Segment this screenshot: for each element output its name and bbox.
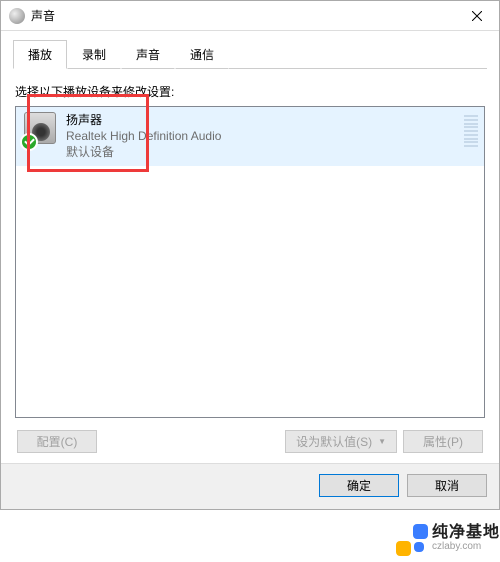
device-list[interactable]: 扬声器 Realtek High Definition Audio 默认设备 (15, 106, 485, 418)
watermark-text: 纯净基地 czlaby.com (432, 525, 500, 552)
level-meter-icon (464, 115, 478, 147)
device-icon-wrap (24, 112, 60, 148)
device-name: 扬声器 (66, 112, 221, 128)
device-text: 扬声器 Realtek High Definition Audio 默认设备 (66, 112, 221, 161)
watermark-en: czlaby.com (432, 542, 500, 553)
device-status: 默认设备 (66, 144, 221, 160)
close-icon (472, 11, 482, 21)
tab-communications[interactable]: 通信 (175, 40, 229, 69)
ok-button[interactable]: 确定 (319, 474, 399, 497)
sound-dialog: 声音 播放 录制 声音 通信 选择以下播放设备来修改设置: (0, 0, 500, 510)
tab-content: 选择以下播放设备来修改设置: 扬声器 Realtek High Definiti… (13, 69, 487, 453)
configure-button[interactable]: 配置(C) (17, 430, 97, 453)
cancel-button[interactable]: 取消 (407, 474, 487, 497)
chevron-down-icon: ▼ (378, 437, 386, 446)
default-check-icon (20, 133, 38, 151)
instruction-text: 选择以下播放设备来修改设置: (15, 83, 485, 100)
tab-sounds[interactable]: 声音 (121, 40, 175, 69)
properties-button[interactable]: 属性(P) (403, 430, 483, 453)
watermark-cn: 纯净基地 (432, 525, 500, 542)
set-default-label: 设为默认值(S) (296, 433, 372, 450)
set-default-button[interactable]: 设为默认值(S) ▼ (285, 430, 397, 453)
window-title: 声音 (31, 7, 55, 24)
titlebar: 声音 (1, 1, 499, 31)
right-button-group: 设为默认值(S) ▼ 属性(P) (285, 430, 483, 453)
tab-recording[interactable]: 录制 (67, 40, 121, 69)
dialog-footer: 确定 取消 (1, 463, 499, 509)
content-area: 播放 录制 声音 通信 选择以下播放设备来修改设置: 扬声器 Realte (1, 31, 499, 453)
app-icon (9, 8, 25, 24)
device-button-row: 配置(C) 设为默认值(S) ▼ 属性(P) (15, 430, 485, 453)
tab-playback[interactable]: 播放 (13, 40, 67, 69)
tab-strip: 播放 录制 声音 通信 (13, 39, 487, 69)
watermark: 纯净基地 czlaby.com (394, 522, 500, 556)
device-item[interactable]: 扬声器 Realtek High Definition Audio 默认设备 (16, 107, 484, 166)
device-description: Realtek High Definition Audio (66, 128, 221, 144)
close-button[interactable] (454, 1, 499, 31)
watermark-logo-icon (394, 522, 428, 556)
